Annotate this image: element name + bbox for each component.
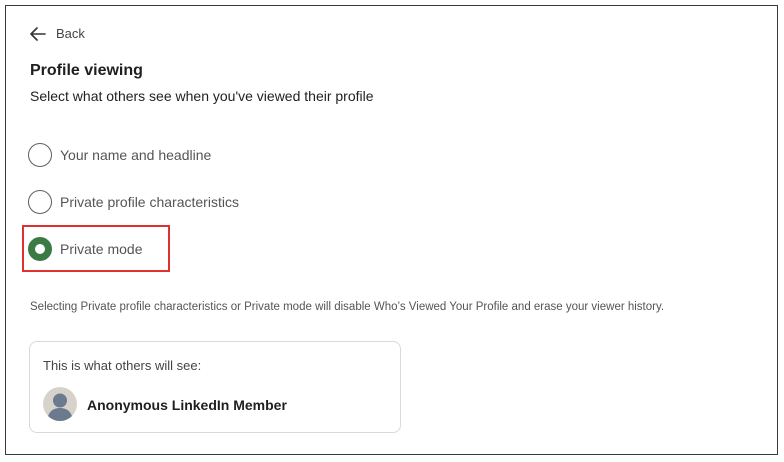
selection-highlight-box	[22, 225, 170, 272]
preview-title: This is what others will see:	[43, 358, 202, 373]
back-label: Back	[56, 26, 85, 41]
back-button[interactable]: Back	[30, 26, 85, 41]
settings-panel: Back Profile viewing Select what others …	[5, 5, 778, 455]
option-private-profile-characteristics[interactable]: Private profile characteristics	[28, 190, 239, 214]
option-name-and-headline[interactable]: Your name and headline	[28, 143, 211, 167]
arrow-left-icon	[30, 26, 46, 41]
anonymous-member-name: Anonymous LinkedIn Member	[87, 397, 287, 413]
privacy-note: Selecting Private profile characteristic…	[30, 301, 665, 313]
preview-card: This is what others will see: Anonymous …	[29, 341, 401, 433]
page-subtitle: Select what others see when you've viewe…	[30, 88, 374, 104]
option-label: Private profile characteristics	[60, 194, 239, 210]
page-title: Profile viewing	[30, 62, 143, 79]
option-label: Your name and headline	[60, 147, 212, 163]
radio-name-and-headline[interactable]	[28, 143, 52, 167]
anonymous-avatar-icon	[43, 387, 77, 421]
radio-private-profile-characteristics[interactable]	[28, 190, 52, 214]
